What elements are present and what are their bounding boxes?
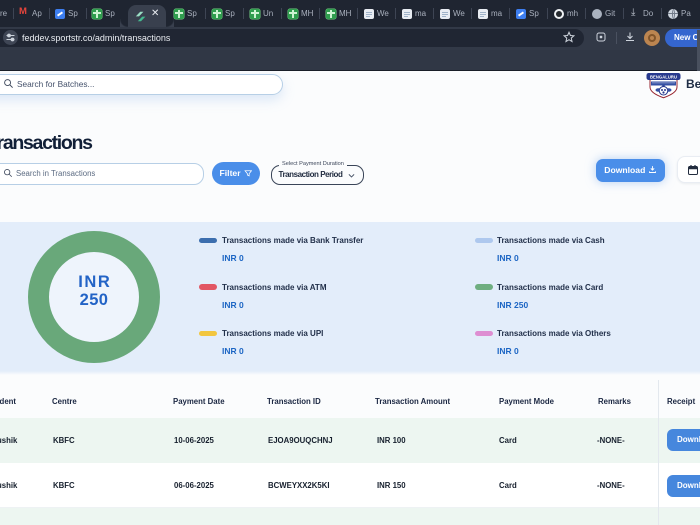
- svg-text:BENGALURU: BENGALURU: [650, 74, 677, 79]
